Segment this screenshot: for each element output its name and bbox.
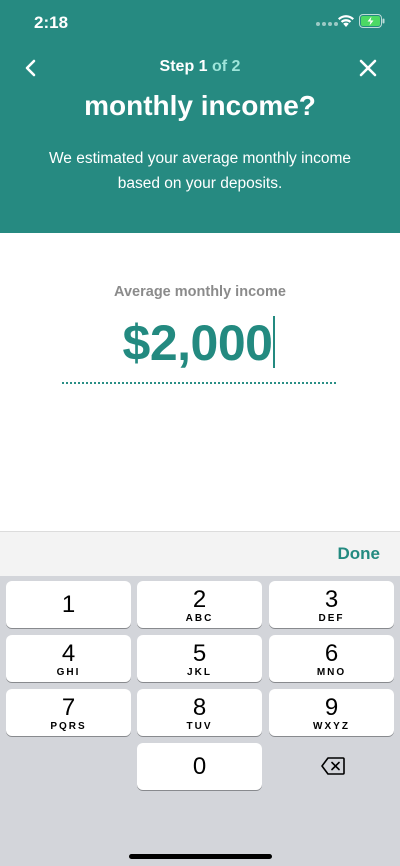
amount-value: $2,000 xyxy=(122,315,273,371)
page-title: monthly income? xyxy=(84,90,316,121)
amount-label: Average monthly income xyxy=(114,284,286,300)
delete-key[interactable] xyxy=(269,743,394,790)
key-6[interactable]: 6 MNO xyxy=(269,635,394,682)
battery-charging-icon xyxy=(359,14,385,28)
header: 2:18 Step 1 of 2 monthly income? We esti… xyxy=(0,0,400,233)
cellular-signal-icon xyxy=(316,22,338,26)
backspace-icon xyxy=(321,757,345,775)
key-2[interactable]: 2 ABC xyxy=(137,581,262,628)
wifi-icon xyxy=(338,15,354,27)
status-time: 2:18 xyxy=(34,13,69,32)
key-4[interactable]: 4 GHI xyxy=(6,635,131,682)
text-cursor xyxy=(273,316,276,368)
close-icon[interactable] xyxy=(357,56,379,80)
key-1[interactable]: 1 xyxy=(6,581,131,628)
key-7[interactable]: 7 PQRS xyxy=(6,689,131,736)
done-button[interactable]: Done xyxy=(338,544,381,564)
key-5[interactable]: 5 JKL xyxy=(137,635,262,682)
step-current: Step 1 xyxy=(159,58,208,75)
key-8[interactable]: 8 TUV xyxy=(137,689,262,736)
step-total: of 2 xyxy=(207,58,241,75)
page-subtitle: We estimated your average monthly income… xyxy=(48,150,352,192)
status-bar: 2:18 xyxy=(0,0,400,46)
key-3[interactable]: 3 DEF xyxy=(269,581,394,628)
key-0[interactable]: 0 xyxy=(137,743,262,790)
key-9[interactable]: 9 WXYZ xyxy=(269,689,394,736)
numeric-keypad: 1 2 ABC 3 DEF 4 GHI 5 JKL 6 MNO 7 PQRS 8… xyxy=(0,576,400,866)
keyboard-accessory-bar: Done xyxy=(0,531,400,576)
home-indicator xyxy=(129,854,272,859)
income-amount-input[interactable]: $2,000 xyxy=(62,312,336,384)
step-indicator: Step 1 of 2 xyxy=(0,58,400,76)
